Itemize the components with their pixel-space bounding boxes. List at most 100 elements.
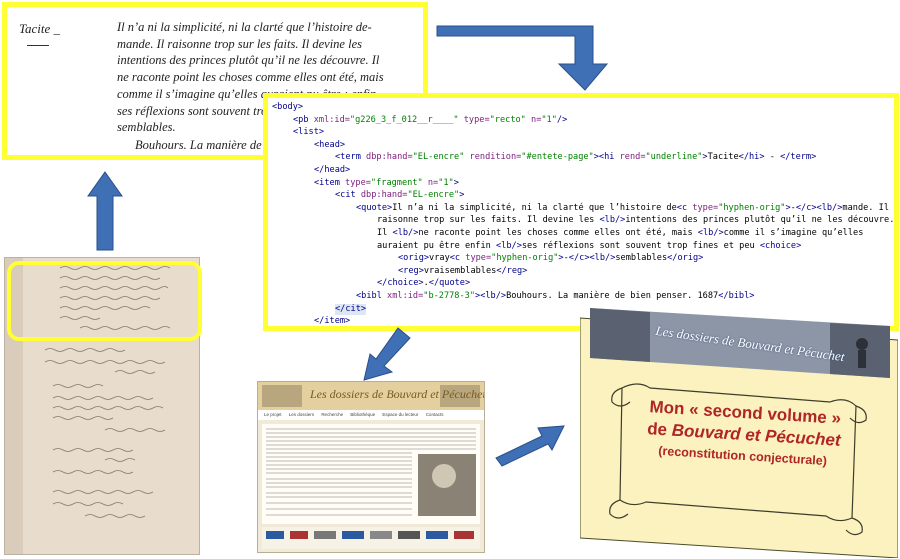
xml-token: type= (692, 202, 719, 213)
xml-token: "EL-encre" (412, 152, 465, 163)
xml-line: <bibl xml:id="b-2778-3"><lb/>Bouhours. L… (356, 291, 754, 302)
xml-token: <reg> (398, 265, 424, 276)
xml-token: <orig> (398, 253, 430, 264)
xml-token: auraient pu être enfin (377, 240, 496, 251)
transcription-line: Il n’a ni la simplicité, ni la clarté qu… (117, 20, 372, 34)
xml-line: <body> (272, 102, 303, 113)
xml-token: <body> (272, 102, 304, 112)
xml-token: semblables (615, 253, 668, 264)
transcription-line: mande. Il raisonne trop sur les faits. I… (117, 36, 362, 51)
xml-line: </choice>.</quote> (377, 278, 470, 289)
xml-token: </c><lb/> (568, 253, 616, 264)
xml-token: <lb/> (392, 228, 419, 238)
xml-token: type= (345, 177, 371, 188)
xml-line: </cit> (335, 303, 367, 315)
xml-token: <lb/> (599, 215, 626, 226)
arrow-down-left-icon (363, 327, 411, 381)
xml-token: <c (676, 202, 693, 213)
xml-line: <item type="fragment" n="1"> (314, 178, 459, 189)
xml-token: - (764, 152, 781, 163)
xml-token: </term> (780, 152, 817, 163)
arrow-up-icon (87, 171, 123, 251)
xml-token: <hi (598, 152, 620, 163)
xml-token: </quote> (428, 278, 471, 289)
xml-token: </head> (314, 165, 351, 175)
xml-token: vraisemblables (423, 265, 497, 276)
xml-line: <reg>vraisemblables</reg> (398, 266, 527, 277)
xml-token: <item (314, 177, 346, 188)
xml-token: "1" (438, 177, 454, 188)
xml-token: <lb/> (697, 228, 724, 238)
transcription-line: intentions des princes plutôt qu’il ne l… (117, 53, 380, 68)
xml-token: </hi> (738, 152, 765, 163)
xml-token: "#entete-page" (521, 152, 594, 163)
website-nav-item[interactable]: Recherche (321, 410, 343, 420)
website-nav-item[interactable]: Les dossiers (289, 410, 314, 420)
website-footer-logos (262, 527, 480, 549)
xml-line: Il <lb/>ne raconte point les choses comm… (377, 228, 863, 239)
xml-token: dbp:hand= (360, 190, 408, 201)
xml-token: "fragment" (370, 177, 423, 188)
xml-token: <lb/> (496, 240, 522, 251)
xml-token: dbp:hand= (366, 152, 413, 163)
xml-token: </item> (314, 316, 351, 327)
manuscript-highlight-frame (7, 261, 202, 341)
xml-token: <bibl (356, 291, 388, 301)
website-body (262, 424, 480, 524)
xml-line: </item> (314, 316, 351, 327)
website-body-content (266, 428, 476, 516)
website-nav-item[interactable]: Le projet (264, 410, 282, 420)
xml-token: rendition= (464, 152, 522, 163)
website-nav-item[interactable]: Espace du lecteur (382, 410, 418, 420)
xml-token: "1" (541, 114, 557, 125)
xml-line: raisonne trop sur les faits. Il devine l… (377, 215, 894, 226)
website-nav-item[interactable]: Bibliothèque (350, 410, 375, 420)
xml-token: "g226_3_f_012__r____" (349, 114, 459, 125)
xml-token: n= (525, 114, 542, 125)
xml-token: intentions des princes plutôt qu’il ne l… (625, 215, 895, 226)
xml-token: Bouhours. La manière de bien penser. 168… (506, 291, 719, 301)
transcription-line: ne raconte point les choses comme elles … (117, 70, 384, 85)
xml-line: </head> (314, 165, 350, 176)
xml-token: type= (458, 114, 490, 125)
xml-token: <c (449, 253, 466, 264)
xml-line: <pb xml:id="g226_3_f_012__r____" type="r… (293, 115, 567, 126)
xml-token: "EL-encre" (407, 190, 460, 201)
xml-token: /> (556, 114, 568, 125)
website-banner: Les dossiers de Bouvard et Pécuchet (258, 382, 484, 410)
xml-token: "recto" (489, 114, 526, 125)
xml-token: <cit (335, 190, 361, 201)
website-nav-item[interactable]: Contacts (426, 410, 444, 420)
xml-line: <list> (293, 127, 324, 138)
xml-token: raisonne trop sur les faits. Il devine l… (377, 215, 600, 226)
xml-token: "b-2778-3" (423, 291, 476, 301)
xml-token: mande. Il (842, 202, 889, 213)
xml-token: xml:id= (313, 114, 350, 125)
xml-token: > (453, 177, 459, 188)
xml-token: vray (429, 253, 450, 264)
xml-token: <head> (314, 139, 346, 150)
partner-logos (266, 531, 474, 539)
xml-token: </orig> (667, 253, 704, 264)
xml-token: </cit> (335, 303, 367, 314)
xml-token: Il n’a ni la simplicité, ni la clarté qu… (392, 202, 677, 213)
heading-underline (27, 45, 49, 46)
xml-token: Tacite (707, 152, 739, 163)
xml-token: "hyphen-orig" (491, 253, 559, 264)
xml-token: "hyphen-orig" (718, 202, 786, 213)
xml-token: ne raconte point les choses comme elles … (418, 228, 698, 238)
xml-line: <quote>Il n’a ni la simplicité, ni la cl… (356, 203, 889, 214)
xml-line: auraient pu être enfin <lb/>ses réflexio… (377, 241, 801, 252)
xml-token: <quote> (356, 202, 393, 213)
xml-token: "underline" (645, 152, 703, 163)
xml-encoding-panel: <body> <pb xml:id="g226_3_f_012__r____" t… (263, 93, 899, 331)
xml-token: ses réflexions sont souvent trop fines e… (521, 240, 760, 251)
transcription-heading: Tacite _ (19, 21, 61, 36)
xml-token: </choice> (377, 278, 424, 289)
xml-token: </reg> (496, 265, 528, 276)
website-screenshot: Les dossiers de Bouvard et Pécuchet Le p… (257, 381, 485, 553)
website-title: Les dossiers de Bouvard et Pécuchet (310, 387, 485, 401)
arrow-right-down-icon (436, 25, 609, 91)
xml-token: xml:id= (387, 291, 424, 301)
xml-token: <term (335, 152, 367, 163)
